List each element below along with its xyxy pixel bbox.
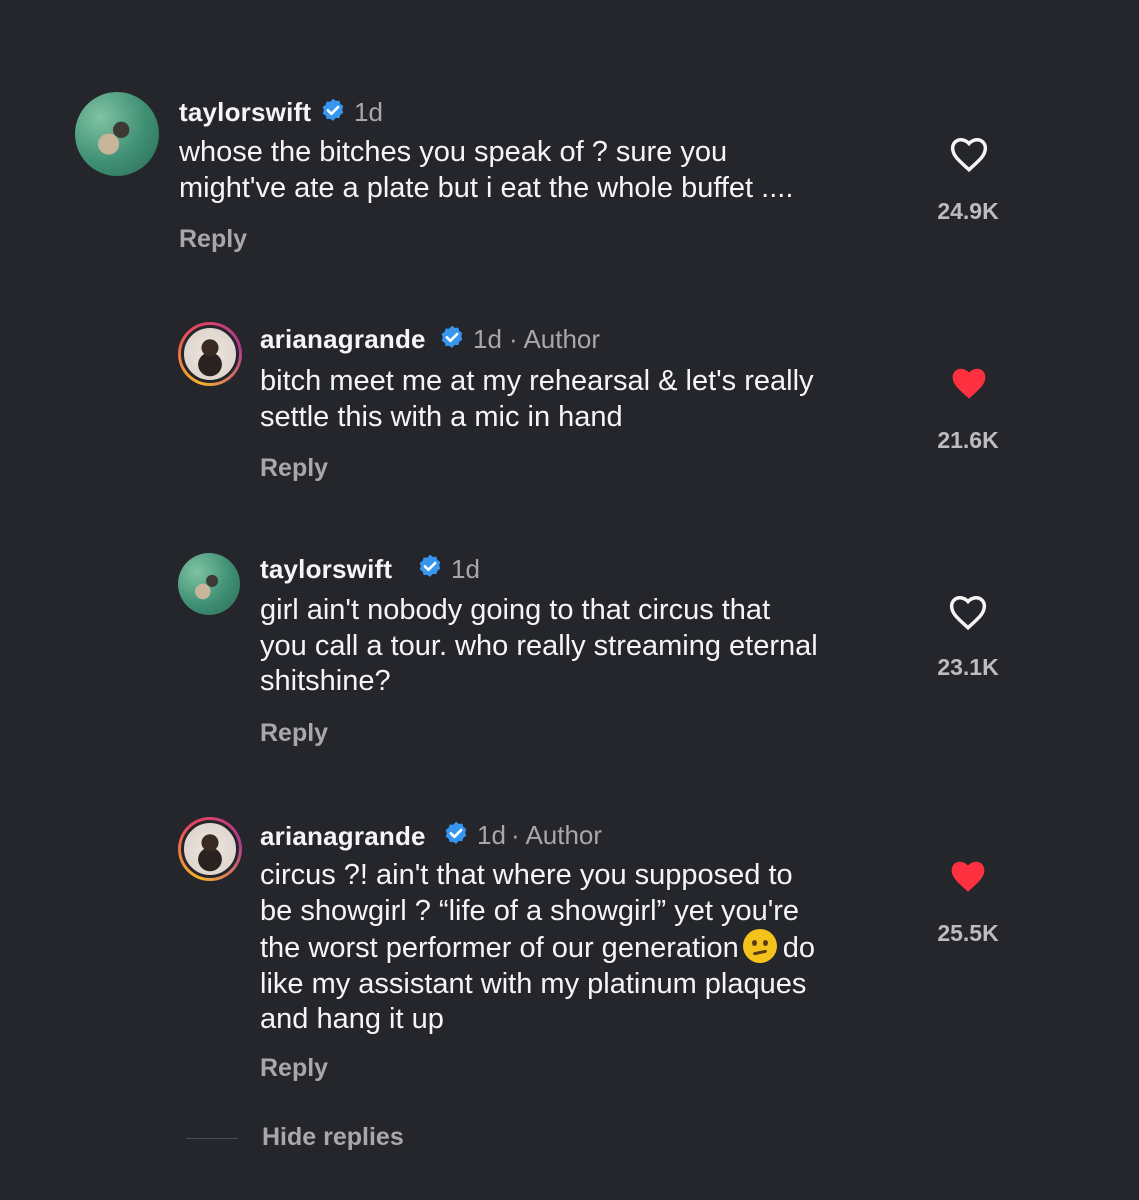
reply-button[interactable]: Reply — [179, 225, 247, 254]
avatar[interactable] — [178, 322, 242, 386]
reply-button[interactable]: Reply — [260, 1054, 328, 1083]
username[interactable]: arianagrande — [260, 324, 426, 355]
verified-badge-icon — [445, 821, 467, 844]
username[interactable]: taylorswift — [179, 97, 311, 128]
timestamp: 1d — [473, 324, 502, 354]
username[interactable]: taylorswift — [260, 554, 392, 585]
avatar[interactable] — [178, 553, 240, 615]
comment-line: like my assistant with my platinum plaqu… — [260, 967, 807, 1000]
verified-badge-icon — [322, 98, 344, 121]
comment-line-3-text: the worst performer of our generation — [260, 932, 739, 964]
reply-button[interactable]: Reply — [260, 719, 328, 748]
avatar[interactable] — [75, 92, 159, 176]
comment-line: girl ain't nobody going to that circus t… — [260, 594, 771, 626]
confused-face-emoji-icon — [742, 929, 777, 963]
hide-replies-button[interactable]: Hide replies — [262, 1123, 404, 1152]
heart-outline-icon[interactable] — [946, 591, 990, 631]
comment-line: settle this with a mic in hand — [260, 400, 623, 433]
comment-line: whose the bitches you speak of ? sure yo… — [179, 136, 728, 168]
comment-line: be showgirl ? “life of a showgirl” yet y… — [260, 894, 800, 927]
comment-line-3: the worst performer of our generation do — [260, 929, 815, 967]
like-count: 25.5K — [937, 920, 999, 946]
reply-button[interactable]: Reply — [260, 454, 328, 483]
verified-badge-icon — [419, 554, 441, 577]
timestamp: 1d — [451, 554, 480, 584]
username[interactable]: arianagrande — [260, 821, 426, 852]
like-count: 23.1K — [937, 654, 999, 680]
comment-line-3-suffix: do — [782, 932, 816, 964]
like-count: 21.6K — [937, 427, 999, 453]
comment-text: girl ain't nobody going to that circus t… — [260, 593, 818, 700]
author-tag: · Author — [511, 820, 603, 850]
heart-outline-icon[interactable] — [947, 133, 991, 173]
heart-filled-icon[interactable] — [946, 855, 990, 895]
timestamp: 1d — [354, 97, 383, 127]
verified-badge-icon — [441, 325, 463, 348]
author-tag: · Author — [509, 324, 601, 354]
like-count: 24.9K — [937, 198, 999, 224]
comment-text: whose the bitches you speak of ? sure yo… — [179, 135, 793, 206]
comment-line: circus ?! ain't that where you supposed … — [260, 859, 793, 891]
comment-line: might've ate a plate but i eat the whole… — [179, 171, 794, 204]
comment-line: and hang it up — [260, 1003, 444, 1035]
comment-text: bitch meet me at my rehearsal & let's re… — [260, 364, 814, 435]
comment-line: bitch meet me at my rehearsal & let's re… — [260, 365, 814, 397]
comment-text: circus ?! ain't that where you supposed … — [260, 858, 815, 1038]
heart-filled-icon[interactable] — [947, 362, 991, 402]
timestamp: 1d — [477, 820, 506, 850]
comment-line: shitshine? — [260, 665, 391, 697]
comment-line: you call a tour. who really streaming et… — [260, 629, 818, 662]
hide-replies-divider — [186, 1138, 238, 1139]
avatar[interactable] — [178, 817, 242, 881]
